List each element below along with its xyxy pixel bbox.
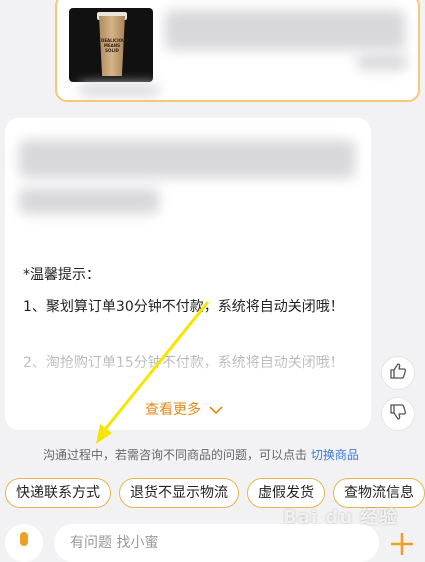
tip-title: *温馨提示： xyxy=(23,267,100,283)
plus-icon xyxy=(385,533,419,561)
see-more-button[interactable]: 查看更多 xyxy=(145,399,224,419)
quick-reply-chip[interactable]: 快递联系方式 xyxy=(5,478,111,508)
product-meta-blurred xyxy=(79,84,159,96)
more-actions-button[interactable] xyxy=(385,527,419,557)
product-price-blurred xyxy=(357,54,407,70)
chevron-down-icon xyxy=(205,402,224,418)
voice-button[interactable] xyxy=(5,524,43,562)
tip-item-1: 1、聚划算订单30分钟不付款，系统将自动关闭哦！ xyxy=(23,299,344,315)
notice-text: 沟通过程中，若需咨询不同商品的问题，可以点击 xyxy=(43,448,308,462)
message-line-blurred xyxy=(19,188,159,214)
message-header-blurred xyxy=(19,140,355,178)
product-title-blurred xyxy=(165,10,405,50)
microphone-icon xyxy=(19,532,29,554)
cup-print: DEALICIOUS MEANS SOLID xyxy=(101,38,129,53)
thumbs-down-icon xyxy=(388,402,408,426)
see-more-label: 查看更多 xyxy=(145,402,201,418)
dislike-button[interactable] xyxy=(381,397,415,431)
message-bubble: *温馨提示： 1、聚划算订单30分钟不付款，系统将自动关闭哦！ 2、淘抢购订单1… xyxy=(5,118,371,430)
switch-product-link[interactable]: 切换商品 xyxy=(311,448,359,462)
product-image: DEALICIOUS MEANS SOLID xyxy=(69,8,153,82)
watermark-logo: Bai du 经验 xyxy=(283,507,399,528)
message-input[interactable] xyxy=(54,524,379,562)
like-button[interactable] xyxy=(381,356,415,390)
product-card[interactable]: DEALICIOUS MEANS SOLID xyxy=(55,0,420,102)
fade-overlay xyxy=(5,358,371,398)
thumbs-up-icon xyxy=(388,361,408,385)
quick-reply-chip[interactable]: 退货不显示物流 xyxy=(119,478,239,508)
switch-product-notice: 沟通过程中，若需咨询不同商品的问题，可以点击 切换商品 xyxy=(43,446,359,463)
